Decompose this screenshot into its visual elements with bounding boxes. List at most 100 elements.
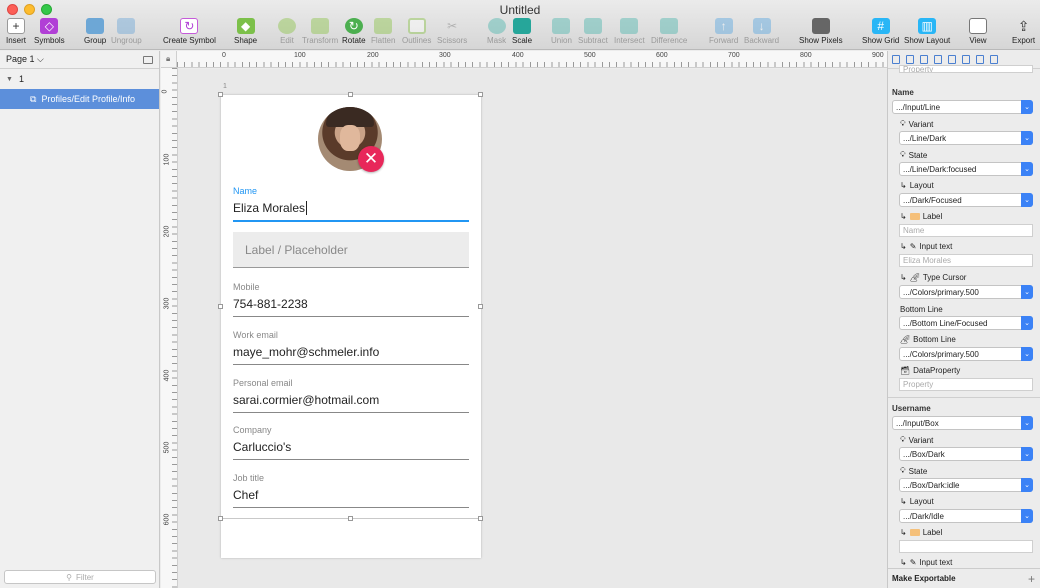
show-grid-button[interactable]: # Show Grid — [862, 18, 899, 45]
shape-button[interactable]: ◆ Shape — [234, 18, 257, 45]
name-symbol-select[interactable]: .../Input/Line ⌄ — [892, 100, 1033, 114]
job-title-field[interactable]: Job title Chef — [233, 473, 469, 508]
layer-group-1[interactable]: ▼ 1 — [0, 69, 159, 89]
artboard[interactable]: ✕ Name Eliza Morales Label / Placeholder… — [218, 92, 483, 558]
inspector-panel: Property Name .../Input/Line ⌄ 💡︎ Variant … — [887, 51, 1040, 588]
intersect-button[interactable]: Intersect — [614, 18, 645, 45]
chevron-down-icon: ⌄ — [1021, 416, 1033, 430]
personal-email-field[interactable]: Personal email sarai.cormier@hotmail.com — [233, 378, 469, 413]
company-field[interactable]: Company Carluccio's — [233, 425, 469, 460]
variant-select[interactable]: .../Line/Dark ⌄ — [899, 131, 1033, 145]
field-value[interactable]: Carluccio's — [233, 440, 469, 460]
ungroup-button[interactable]: Ungroup — [111, 18, 142, 45]
make-exportable-bar[interactable]: Make Exportable + — [888, 568, 1040, 588]
symbols-button[interactable]: ◇ Symbols — [34, 18, 65, 45]
field-value[interactable]: 754-881-2238 — [233, 297, 469, 317]
page-selector[interactable]: Page 1 ⌵ — [0, 51, 159, 69]
work-email-field[interactable]: Work email maye_mohr@schmeler.info — [233, 330, 469, 365]
variant-select[interactable]: .../Box/Dark ⌄ — [899, 447, 1033, 461]
bottom-line-select[interactable]: .../Bottom Line/Focused ⌄ — [899, 316, 1033, 330]
mask-icon — [487, 18, 506, 34]
label-override-input[interactable]: Name — [899, 224, 1033, 237]
align-middle-icon[interactable] — [976, 55, 984, 64]
resize-handle[interactable] — [218, 304, 223, 309]
align-bottom-icon[interactable] — [990, 55, 998, 64]
align-center-icon[interactable] — [934, 55, 942, 64]
pen-icon: ✎ — [909, 558, 917, 567]
ruler-corner: 🔒︎ — [161, 51, 177, 68]
resize-handle[interactable] — [218, 516, 223, 521]
remove-avatar-button[interactable]: ✕ — [358, 146, 384, 172]
state-select[interactable]: .../Box/Dark:idle ⌄ — [899, 478, 1033, 492]
subtract-button[interactable]: Subtract — [578, 18, 608, 45]
align-right-icon[interactable] — [948, 55, 956, 64]
artboard-title[interactable]: 1 — [223, 83, 227, 90]
label-override-input[interactable] — [899, 540, 1033, 553]
resize-handle[interactable] — [478, 516, 483, 521]
layer-filter-input[interactable]: ⚲ Filter — [4, 570, 156, 584]
field-value[interactable]: maye_mohr@schmeler.info — [233, 345, 469, 365]
layout-label: ↳ Layout — [900, 497, 934, 506]
input-text-override[interactable]: Eliza Morales — [899, 254, 1033, 267]
difference-button[interactable]: Difference — [651, 18, 687, 45]
forward-button[interactable]: ↑ Forward — [709, 18, 738, 45]
search-icon: ⚲ — [66, 572, 73, 582]
distribute-horizontal-icon[interactable] — [892, 55, 900, 64]
outlines-button[interactable]: Outlines — [402, 18, 431, 45]
layer-symbol-instance[interactable]: ⧉ Profiles/Edit Profile/Info — [0, 89, 159, 109]
nested-arrow-icon: ↳ — [900, 497, 907, 506]
username-symbol-select[interactable]: .../Input/Box ⌄ — [892, 416, 1033, 430]
ruler-ticks — [177, 62, 887, 67]
type-cursor-select[interactable]: .../Colors/primary.500 ⌄ — [899, 285, 1033, 299]
edit-button[interactable]: Edit — [278, 18, 296, 45]
horizontal-ruler[interactable]: 0 100 200 300 400 500 600 700 800 900 — [177, 51, 887, 68]
override-section-title: Username — [892, 404, 931, 413]
layout-select[interactable]: .../Dark/Idle ⌄ — [899, 509, 1033, 523]
flatten-button[interactable]: Flatten — [371, 18, 395, 45]
field-value[interactable]: sarai.cormier@hotmail.com — [233, 393, 469, 413]
align-top-icon[interactable] — [962, 55, 970, 64]
bottom-line-color-select[interactable]: .../Colors/primary.500 ⌄ — [899, 347, 1033, 361]
mobile-field[interactable]: Mobile 754-881-2238 — [233, 282, 469, 317]
layout-select[interactable]: .../Dark/Focused ⌄ — [899, 193, 1033, 207]
resize-handle[interactable] — [218, 92, 223, 97]
add-export-icon[interactable]: + — [1028, 572, 1035, 586]
mask-button[interactable]: Mask — [487, 18, 506, 45]
view-button[interactable]: View — [969, 18, 987, 45]
rotate-button[interactable]: ↻ Rotate — [342, 18, 366, 45]
data-property-input[interactable]: Property — [899, 378, 1033, 391]
distribute-vertical-icon[interactable] — [906, 55, 914, 64]
chevron-down-icon: ⌄ — [1021, 100, 1033, 114]
placeholder-input-box[interactable]: Label / Placeholder — [233, 232, 469, 268]
resize-handle[interactable] — [478, 304, 483, 309]
ruler-label: 100 — [294, 52, 306, 59]
pages-toggle-icon[interactable] — [143, 55, 153, 64]
ruler-label: 200 — [163, 225, 171, 238]
transform-button[interactable]: Transform — [302, 18, 338, 45]
make-exportable-label: Make Exportable — [892, 574, 956, 583]
symbol-icon: ◇ — [40, 18, 59, 34]
name-field[interactable]: Name Eliza Morales — [233, 186, 469, 222]
state-select[interactable]: .../Line/Dark:focused ⌄ — [899, 162, 1033, 176]
resize-handle[interactable] — [348, 516, 353, 521]
state-label: 💡︎ State — [900, 466, 928, 476]
create-symbol-button[interactable]: ↻ Create Symbol — [163, 18, 216, 45]
field-value[interactable]: Chef — [233, 488, 469, 508]
group-button[interactable]: Group — [84, 18, 106, 45]
name-field-value[interactable]: Eliza Morales — [233, 201, 469, 222]
cut-off-property-field[interactable]: Property — [899, 65, 1033, 73]
insert-button[interactable]: + Insert — [6, 18, 26, 45]
scale-button[interactable]: Scale — [512, 18, 532, 45]
export-button[interactable]: ⇪ Export — [1012, 18, 1035, 46]
vertical-ruler[interactable]: 0 100 200 300 400 500 600 — [161, 68, 178, 588]
ruler-label: 600 — [656, 52, 668, 59]
show-pixels-button[interactable]: Show Pixels — [799, 18, 843, 45]
scissors-button[interactable]: ✂ Scissors — [437, 18, 467, 45]
resize-handle[interactable] — [478, 92, 483, 97]
backward-button[interactable]: ↓ Backward — [744, 18, 779, 45]
resize-handle[interactable] — [348, 92, 353, 97]
union-button[interactable]: Union — [551, 18, 572, 45]
show-layout-button[interactable]: ▥ Show Layout — [904, 18, 950, 45]
disclosure-triangle-icon[interactable]: ▼ — [6, 76, 13, 83]
align-left-icon[interactable] — [920, 55, 928, 64]
